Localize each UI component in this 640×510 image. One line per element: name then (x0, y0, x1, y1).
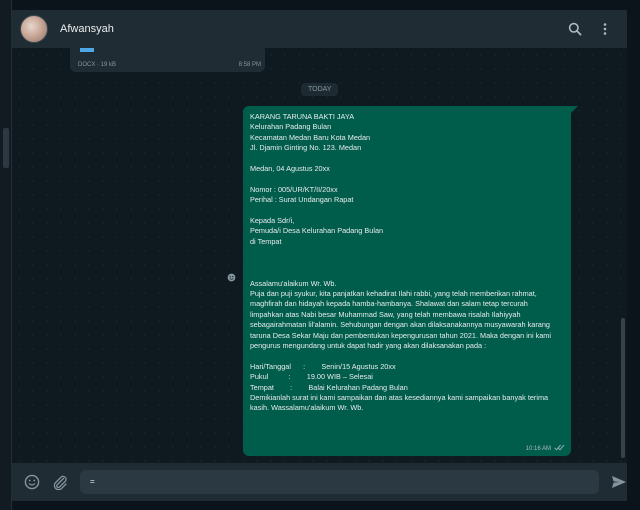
paperclip-icon[interactable] (52, 474, 68, 490)
contact-name[interactable]: Afwansyah (60, 23, 114, 35)
emoji-react-icon[interactable] (225, 271, 237, 283)
message-tail (570, 106, 578, 114)
message-text: KARANG TARUNA BAKTI JAYA Kelurahan Padan… (250, 112, 551, 413)
more-vertical-icon[interactable] (597, 21, 613, 37)
message-time: 10:16 AM (525, 445, 551, 452)
message-footer: 10:16 AM (526, 444, 565, 453)
double-check-icon (554, 444, 565, 453)
outgoing-message[interactable]: KARANG TARUNA BAKTI JAYA Kelurahan Padan… (243, 106, 578, 456)
document-file-icon (80, 48, 94, 52)
contact-avatar[interactable] (20, 15, 48, 43)
date-separator: TODAY (301, 83, 339, 96)
chat-scrollbar[interactable] (621, 318, 625, 458)
message-composer: = (12, 463, 627, 501)
conversation-panel[interactable]: DOCX · 19 kB 8:58 PM TODAY KARANG TARUNA… (12, 48, 627, 463)
send-icon[interactable] (611, 474, 627, 490)
side-panel-scroll-marker (3, 128, 9, 168)
whatsapp-window: Afwansyah DOCX · 19 kB 8:58 PM TODAY KAR… (0, 0, 640, 510)
document-message[interactable]: DOCX · 19 kB 8:58 PM (70, 48, 265, 72)
search-icon[interactable] (567, 21, 583, 37)
emoji-icon[interactable] (24, 474, 40, 490)
header-actions (567, 21, 613, 37)
message-input[interactable]: = (80, 470, 599, 494)
document-time: 8:58 PM (238, 62, 261, 68)
side-panel-edge (0, 0, 12, 510)
chat-header: Afwansyah (12, 10, 627, 48)
document-meta: DOCX · 19 kB (78, 62, 117, 68)
